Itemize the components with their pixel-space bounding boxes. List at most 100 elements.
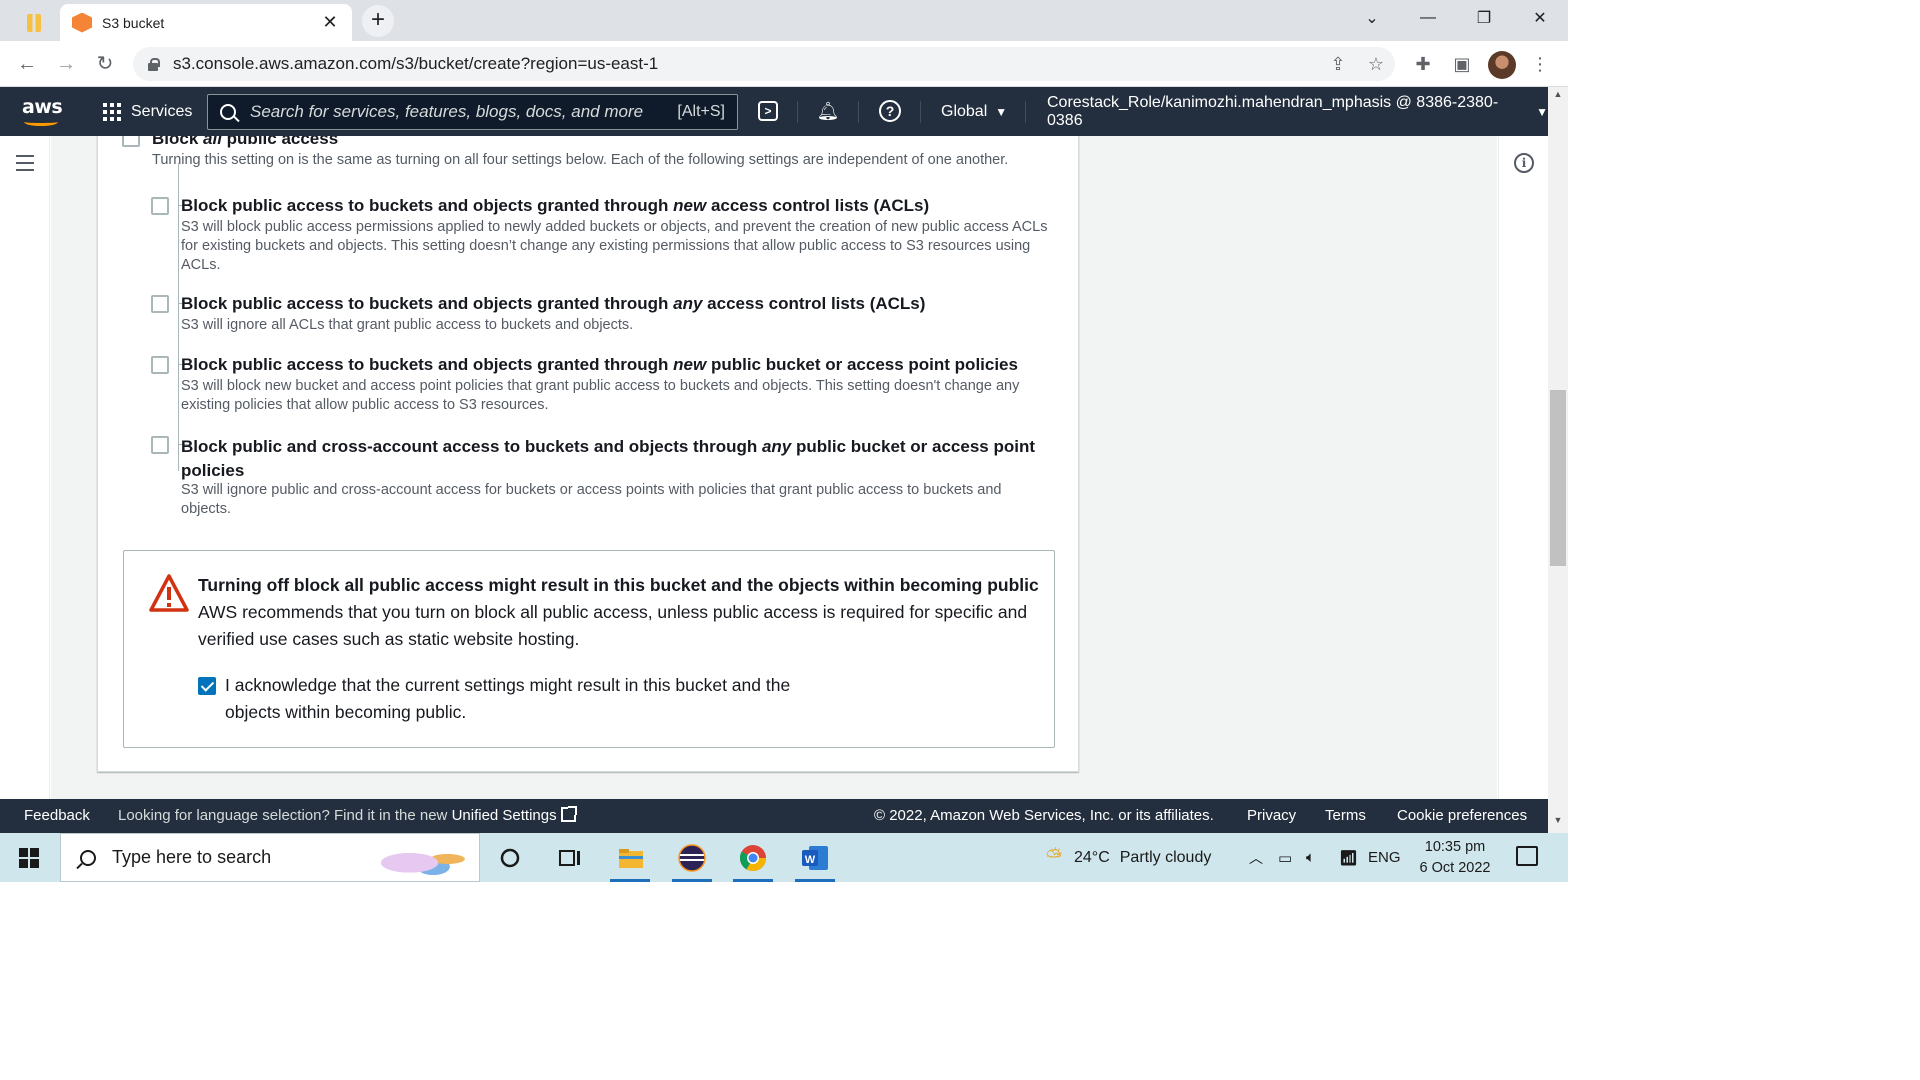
cloudshell-icon[interactable]: > bbox=[756, 99, 780, 123]
privacy-link[interactable]: Privacy bbox=[1247, 807, 1296, 824]
caret-down-icon: ▼ bbox=[1536, 104, 1548, 119]
restore-icon[interactable]: ❐ bbox=[1456, 0, 1512, 36]
hamburger-menu-icon[interactable] bbox=[16, 155, 34, 176]
share-icon[interactable]: ⇪ bbox=[1319, 54, 1357, 75]
warning-title: Turning off block all public access migh… bbox=[198, 575, 1039, 595]
forward-arrow-icon[interactable]: → bbox=[51, 49, 81, 79]
acknowledge-label[interactable]: I acknowledge that the current settings … bbox=[225, 672, 825, 726]
search-shortcut-hint: [Alt+S] bbox=[677, 103, 725, 120]
close-window-icon[interactable]: ✕ bbox=[1512, 0, 1568, 36]
block-cross-account-checkbox[interactable] bbox=[151, 436, 169, 454]
external-link-icon bbox=[560, 806, 577, 822]
browser-menu-icon[interactable]: ⋮ bbox=[1525, 49, 1555, 79]
copyright-text: © 2022, Amazon Web Services, Inc. or its… bbox=[874, 807, 1214, 824]
cortana-icon[interactable] bbox=[495, 843, 525, 873]
active-app-indicator bbox=[610, 879, 650, 882]
nav-divider bbox=[1025, 101, 1026, 123]
block-new-acls-desc: S3 will block public access permissions … bbox=[181, 219, 1048, 273]
volume-icon[interactable]: 🔈︎ bbox=[1306, 833, 1315, 882]
help-icon[interactable]: ? bbox=[878, 99, 902, 123]
block-cross-account-desc: S3 will ignore public and cross-account … bbox=[181, 482, 1002, 517]
aws-smile-icon bbox=[24, 118, 58, 126]
address-bar[interactable]: s3.console.aws.amazon.com/s3/bucket/crea… bbox=[133, 47, 1395, 81]
block-public-access-panel: Block all public access Turning this set… bbox=[97, 136, 1079, 772]
account-menu[interactable]: Corestack_Role/kanimozhi.mahendran_mphas… bbox=[1047, 87, 1548, 136]
notification-center-icon[interactable] bbox=[1516, 846, 1538, 866]
wifi-icon[interactable]: 📶︎ bbox=[1339, 833, 1358, 882]
active-app-indicator bbox=[672, 879, 712, 882]
browser-tab-strip: S3 bucket ✕ + ⌄ — ❐ ✕ bbox=[0, 0, 1568, 41]
tab-search-chevron-icon[interactable]: ⌄ bbox=[1344, 0, 1400, 36]
cookie-preferences-link[interactable]: Cookie preferences bbox=[1397, 807, 1527, 824]
url-text[interactable]: s3.console.aws.amazon.com/s3/bucket/crea… bbox=[173, 54, 1319, 74]
reload-icon[interactable]: ↻ bbox=[90, 49, 120, 79]
language-prompt: Looking for language selection? Find it … bbox=[118, 806, 577, 824]
battery-icon[interactable]: ▭ bbox=[1278, 833, 1292, 882]
region-selector[interactable]: Global ▼ bbox=[941, 87, 1007, 136]
info-icon[interactable]: i bbox=[1514, 153, 1534, 173]
taskbar-search-box[interactable]: Type here to search bbox=[60, 833, 480, 882]
task-view-icon[interactable] bbox=[555, 843, 585, 873]
feedback-link[interactable]: Feedback bbox=[24, 807, 90, 824]
weather-description: Partly cloudy bbox=[1119, 848, 1212, 866]
clock-date: 6 Oct 2022 bbox=[1419, 860, 1491, 876]
clock-time: 10:35 pm bbox=[1424, 839, 1486, 855]
page-scrollbar[interactable]: ▲ ▼ bbox=[1548, 87, 1568, 833]
public-access-warning-alert: Turning off block all public access migh… bbox=[123, 550, 1055, 748]
weather-widget[interactable]: ⛅︎ 24°C Partly cloudy bbox=[1046, 833, 1211, 882]
warning-text: AWS recommends that you turn on block al… bbox=[198, 602, 1028, 649]
eclipse-icon[interactable] bbox=[677, 843, 707, 873]
scroll-down-arrow-icon[interactable]: ▼ bbox=[1548, 815, 1568, 831]
block-new-acls-title: Block public access to buckets and objec… bbox=[181, 196, 930, 215]
word-icon[interactable]: W bbox=[800, 843, 830, 873]
system-clock[interactable]: 10:35 pm 6 Oct 2022 bbox=[1410, 837, 1500, 879]
block-any-acls-checkbox[interactable] bbox=[151, 295, 169, 313]
tab-close-icon[interactable]: ✕ bbox=[320, 12, 340, 33]
windows-taskbar: Type here to search W ⛅︎ 24°C Partly clo… bbox=[0, 833, 1568, 882]
pinned-tab[interactable] bbox=[8, 4, 60, 41]
search-icon bbox=[220, 104, 236, 120]
nav-divider bbox=[797, 101, 798, 123]
services-menu-button[interactable]: Services bbox=[103, 87, 192, 136]
side-panel-icon[interactable]: ▣ bbox=[1447, 49, 1477, 79]
left-navigation-rail bbox=[0, 136, 50, 799]
browser-tab-s3-bucket[interactable]: S3 bucket ✕ bbox=[60, 4, 352, 41]
block-cross-account-title: Block public and cross-account access to… bbox=[181, 437, 1035, 480]
back-arrow-icon[interactable]: ← bbox=[12, 49, 42, 79]
search-icon bbox=[80, 849, 96, 866]
weather-temperature: 24°C bbox=[1074, 848, 1110, 866]
unified-settings-link[interactable]: Unified Settings bbox=[452, 807, 557, 824]
block-new-policies-title: Block public access to buckets and objec… bbox=[181, 355, 1018, 374]
block-new-policies-checkbox[interactable] bbox=[151, 356, 169, 374]
acknowledge-checkbox[interactable] bbox=[198, 677, 216, 695]
aws-search-input[interactable]: Search for services, features, blogs, do… bbox=[207, 94, 738, 130]
notifications-bell-icon[interactable]: 🔔︎ bbox=[816, 99, 840, 123]
bookmark-star-icon[interactable]: ☆ bbox=[1357, 54, 1395, 75]
partly-cloudy-icon: ⛅︎ bbox=[1046, 846, 1062, 868]
scroll-up-arrow-icon[interactable]: ▲ bbox=[1548, 89, 1568, 105]
aws-logo-text: aws bbox=[22, 96, 63, 118]
nav-divider bbox=[858, 101, 859, 123]
active-app-indicator bbox=[733, 879, 773, 882]
input-language[interactable]: ENG bbox=[1368, 833, 1401, 882]
terms-link[interactable]: Terms bbox=[1325, 807, 1366, 824]
block-any-acls-desc: S3 will ignore all ACLs that grant publi… bbox=[181, 317, 634, 333]
region-label: Global bbox=[941, 102, 988, 120]
aws-logo[interactable]: aws bbox=[22, 96, 63, 126]
lock-icon[interactable] bbox=[147, 57, 160, 71]
main-content: Block all public access Turning this set… bbox=[51, 136, 1497, 799]
minimize-icon[interactable]: — bbox=[1400, 0, 1456, 36]
chrome-icon[interactable] bbox=[738, 843, 768, 873]
profile-avatar[interactable] bbox=[1488, 51, 1516, 79]
extensions-puzzle-icon[interactable]: ✚ bbox=[1408, 49, 1438, 79]
right-help-rail: i bbox=[1498, 136, 1548, 799]
show-hidden-icons-chevron-icon[interactable]: ︿ bbox=[1249, 833, 1263, 882]
block-all-public-access-checkbox[interactable] bbox=[122, 136, 140, 147]
block-new-acls-checkbox[interactable] bbox=[151, 197, 169, 215]
windows-start-icon[interactable] bbox=[19, 848, 39, 868]
new-tab-button[interactable]: + bbox=[362, 5, 394, 37]
search-placeholder: Search for services, features, blogs, do… bbox=[250, 102, 644, 121]
file-explorer-icon[interactable] bbox=[616, 843, 646, 873]
scrollbar-thumb[interactable] bbox=[1550, 390, 1566, 566]
aws-console-footer: Feedback Looking for language selection?… bbox=[0, 799, 1548, 833]
